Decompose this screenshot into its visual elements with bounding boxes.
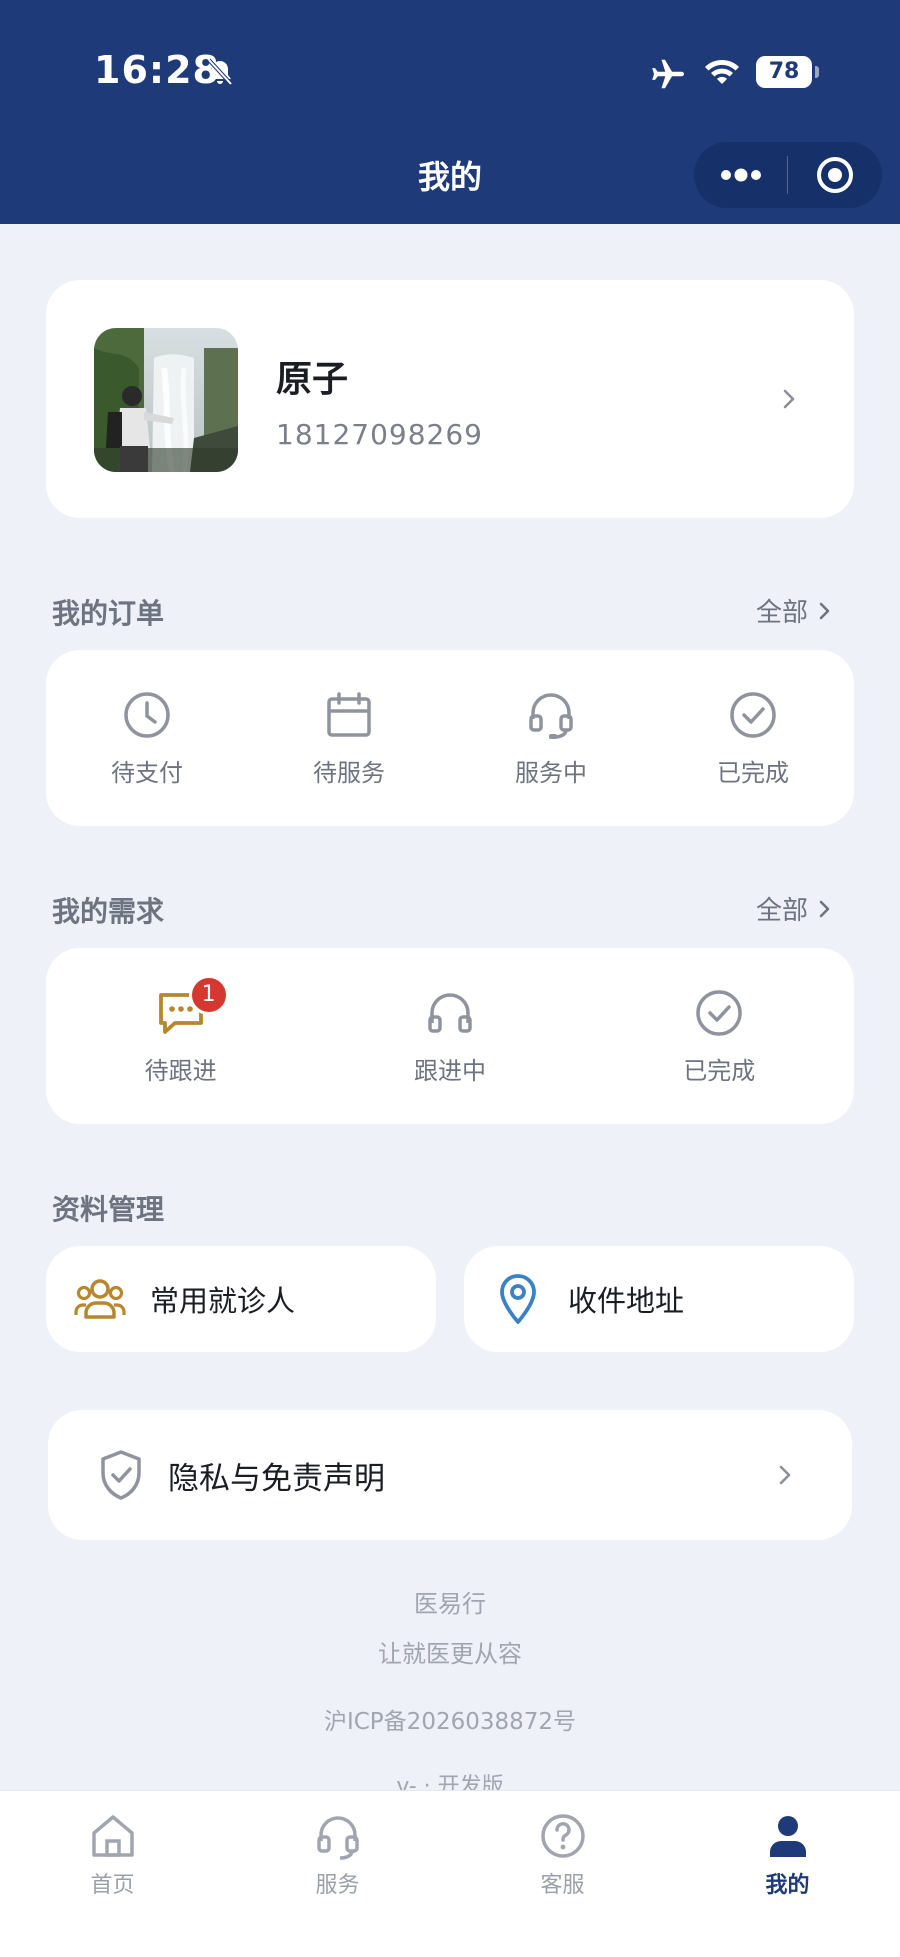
requests-view-all-label: 全部 bbox=[756, 896, 809, 926]
airplane-icon bbox=[652, 59, 684, 89]
profile-name: 原子 bbox=[276, 359, 349, 400]
chevron-right-icon bbox=[783, 389, 795, 409]
more-dots-icon bbox=[720, 168, 761, 182]
target-icon bbox=[816, 157, 853, 193]
home-icon bbox=[91, 1815, 134, 1857]
orders-view-all-label: 全部 bbox=[756, 598, 809, 628]
requests-section-title: 我的需求 bbox=[52, 895, 165, 928]
avatar bbox=[94, 328, 238, 472]
orders-card: 待支付 待服务 服务中 已完成 bbox=[46, 650, 854, 826]
tab-service[interactable]: 服务 bbox=[225, 1791, 450, 1957]
profile-card[interactable]: 原子 18127098269 bbox=[46, 280, 854, 518]
frequent-patients-card[interactable]: 常用就诊人 bbox=[46, 1246, 436, 1352]
bell-muted-icon bbox=[207, 58, 233, 86]
tab-customer-service-label: 客服 bbox=[540, 1873, 585, 1898]
request-pending-followup-label: 待跟进 bbox=[144, 1056, 217, 1085]
tab-mine[interactable]: 我的 bbox=[675, 1791, 900, 1957]
order-pending-service-label: 待服务 bbox=[313, 758, 385, 787]
order-in-service[interactable]: 服务中 bbox=[450, 689, 652, 788]
privacy-disclaimer-row[interactable]: 隐私与免责声明 bbox=[48, 1410, 852, 1540]
more-menu-button[interactable] bbox=[694, 142, 787, 208]
requests-card: 1 待跟进 跟进中 已完成 bbox=[46, 948, 854, 1124]
unread-badge: 1 bbox=[188, 974, 229, 1015]
order-pending-service[interactable]: 待服务 bbox=[248, 689, 450, 788]
request-pending-followup[interactable]: 1 待跟进 bbox=[46, 974, 315, 1086]
order-pending-payment[interactable]: 待支付 bbox=[46, 689, 248, 788]
order-completed[interactable]: 已完成 bbox=[652, 689, 854, 788]
orders-section-title: 我的订单 bbox=[52, 597, 165, 630]
calendar-icon bbox=[327, 691, 371, 737]
clock-icon bbox=[124, 691, 170, 738]
bottom-tab-bar: 首页 服务 客服 我的 bbox=[0, 1790, 900, 1957]
location-pin-icon bbox=[500, 1274, 536, 1324]
shield-check-icon bbox=[101, 1450, 141, 1500]
tab-customer-service[interactable]: 客服 bbox=[450, 1791, 675, 1957]
wifi-icon bbox=[705, 59, 739, 84]
headset-icon bbox=[529, 692, 573, 739]
profile-mgmt-section-title: 资料管理 bbox=[52, 1193, 165, 1226]
shipping-address-card[interactable]: 收件地址 bbox=[464, 1246, 854, 1352]
request-in-followup-label: 跟进中 bbox=[413, 1056, 486, 1085]
order-in-service-label: 服务中 bbox=[515, 758, 587, 787]
request-completed[interactable]: 已完成 bbox=[585, 987, 854, 1086]
privacy-disclaimer-label: 隐私与免责声明 bbox=[168, 1460, 385, 1497]
tab-home-label: 首页 bbox=[90, 1873, 135, 1898]
miniprogram-capsule bbox=[694, 142, 882, 208]
headphones-icon bbox=[428, 992, 472, 1033]
tab-mine-label: 我的 bbox=[765, 1873, 810, 1898]
shipping-address-label: 收件地址 bbox=[568, 1284, 685, 1318]
profile-phone: 18127098269 bbox=[276, 418, 483, 451]
header-bar: 16:28 78 我的 bbox=[0, 0, 900, 224]
icp-license[interactable]: 沪ICP备2026038872号 bbox=[0, 1702, 900, 1736]
tab-home[interactable]: 首页 bbox=[0, 1791, 225, 1957]
requests-view-all-link[interactable]: 全部 bbox=[756, 890, 834, 927]
people-icon bbox=[74, 1279, 126, 1319]
chevron-right-icon bbox=[779, 1465, 791, 1485]
app-name: 医易行 bbox=[414, 1590, 486, 1618]
headset-icon bbox=[316, 1816, 359, 1860]
order-completed-label: 已完成 bbox=[717, 758, 789, 787]
app-slogan: 让就医更从容 bbox=[378, 1640, 522, 1668]
status-time: 16:28 bbox=[94, 48, 220, 92]
check-circle-icon bbox=[696, 989, 743, 1036]
help-icon bbox=[540, 1814, 585, 1858]
request-in-followup[interactable]: 跟进中 bbox=[315, 987, 584, 1086]
tab-service-label: 服务 bbox=[315, 1873, 360, 1898]
chevron-right-icon bbox=[819, 900, 830, 917]
orders-view-all-link[interactable]: 全部 bbox=[756, 592, 834, 629]
battery-indicator: 78 bbox=[756, 56, 819, 88]
request-completed-label: 已完成 bbox=[683, 1056, 756, 1085]
chevron-right-icon bbox=[819, 602, 830, 619]
order-pending-payment-label: 待支付 bbox=[111, 758, 183, 787]
user-icon bbox=[769, 1816, 806, 1857]
frequent-patients-label: 常用就诊人 bbox=[150, 1284, 296, 1318]
check-circle-icon bbox=[730, 691, 776, 738]
close-miniprogram-button[interactable] bbox=[788, 142, 881, 208]
